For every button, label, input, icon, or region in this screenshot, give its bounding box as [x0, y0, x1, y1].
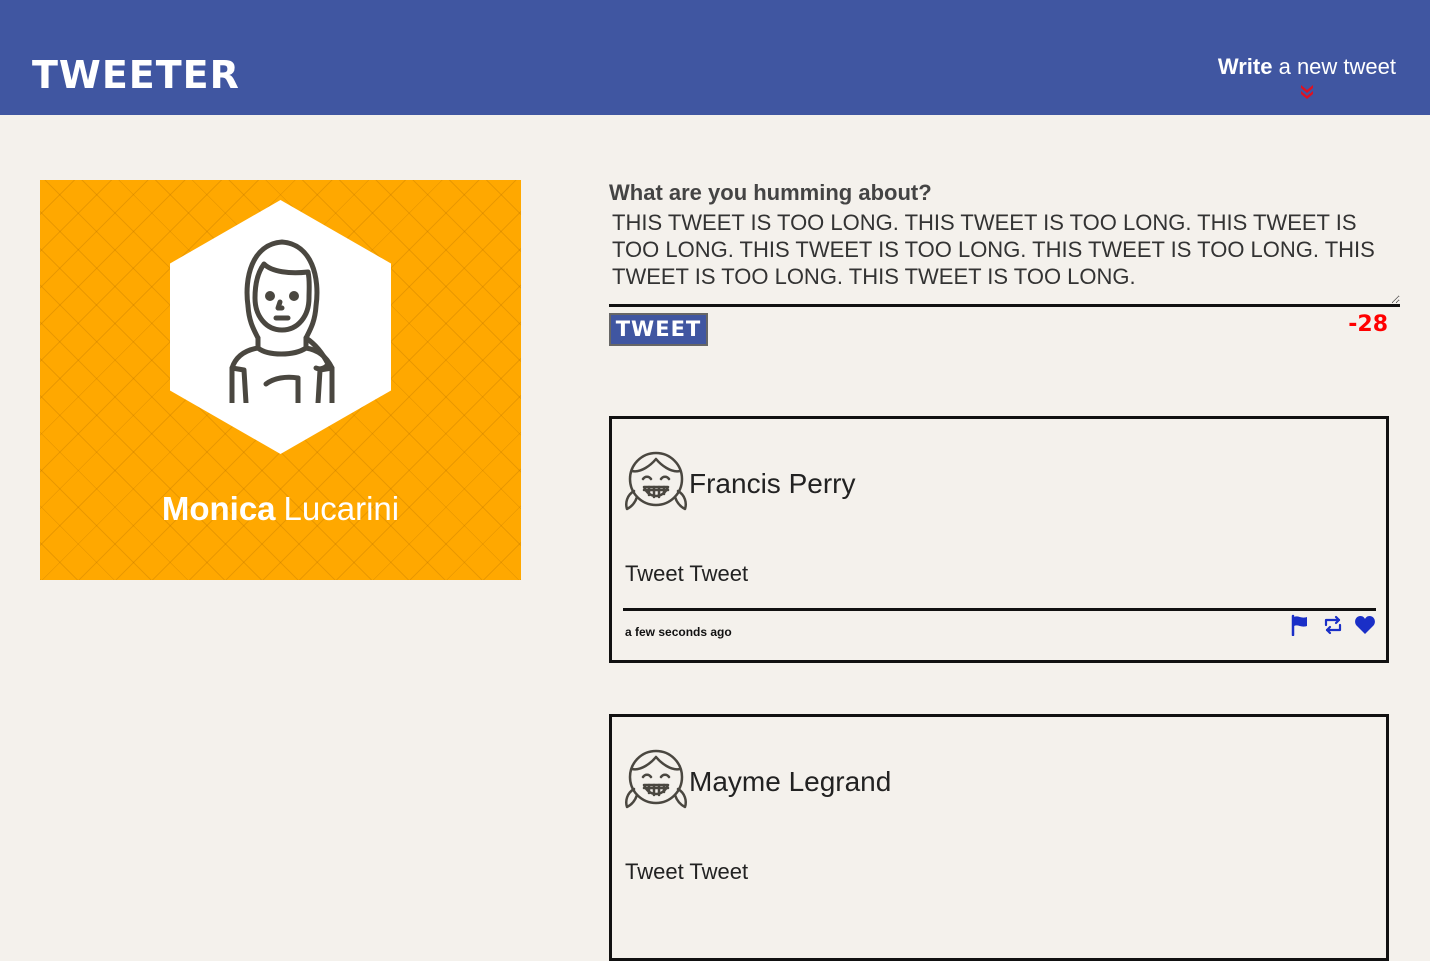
brand-logo[interactable]: TWEETER — [32, 56, 240, 94]
tweet-timestamp: a few seconds ago — [625, 625, 732, 639]
woman-avatar-icon — [229, 239, 335, 403]
profile-name: Monica Lucarini — [40, 492, 521, 525]
write-new-tweet-toggle[interactable]: Write a new tweet — [1218, 56, 1396, 99]
profile-card: Monica Lucarini — [40, 180, 521, 580]
girl-avatar-icon — [625, 451, 687, 511]
tweet-author-name: Mayme Legrand — [689, 766, 892, 797]
tweet-content: Tweet Tweet — [625, 561, 749, 586]
character-counter: -28 — [1348, 312, 1388, 337]
write-label-bold: Write — [1217, 54, 1273, 79]
composer-label: What are you humming about? — [609, 180, 932, 205]
tweet-textarea[interactable]: THIS TWEET IS TOO LONG. THIS TWEET IS TO… — [609, 209, 1400, 308]
write-new-tweet-label[interactable]: Write a new tweet — [1218, 56, 1396, 78]
heart-icon[interactable] — [1354, 614, 1376, 636]
tweet-content: Tweet Tweet — [625, 859, 749, 884]
tweet-footer: a few seconds ago — [623, 608, 1376, 651]
retweet-icon[interactable] — [1322, 614, 1344, 636]
write-label-light: a new tweet — [1278, 54, 1396, 79]
profile-first-name: Monica — [161, 490, 276, 527]
tweet-submit-button[interactable]: TWEET — [609, 313, 708, 346]
tweet-card: Mayme Legrand Tweet Tweet — [609, 714, 1389, 961]
profile-last-name: Lucarini — [283, 490, 400, 527]
top-navbar: TWEETER Write a new tweet — [0, 0, 1430, 115]
chevron-double-down-icon[interactable] — [1299, 83, 1315, 99]
tweet-author-name: Francis Perry — [689, 468, 856, 499]
tweet-actions — [1283, 614, 1376, 636]
new-tweet-composer: What are you humming about? THIS TWEET I… — [609, 180, 1400, 346]
tweet-card: Francis Perry Tweet Tweet a few seconds … — [609, 416, 1389, 663]
girl-avatar-icon — [625, 749, 687, 809]
flag-icon[interactable] — [1289, 614, 1311, 636]
